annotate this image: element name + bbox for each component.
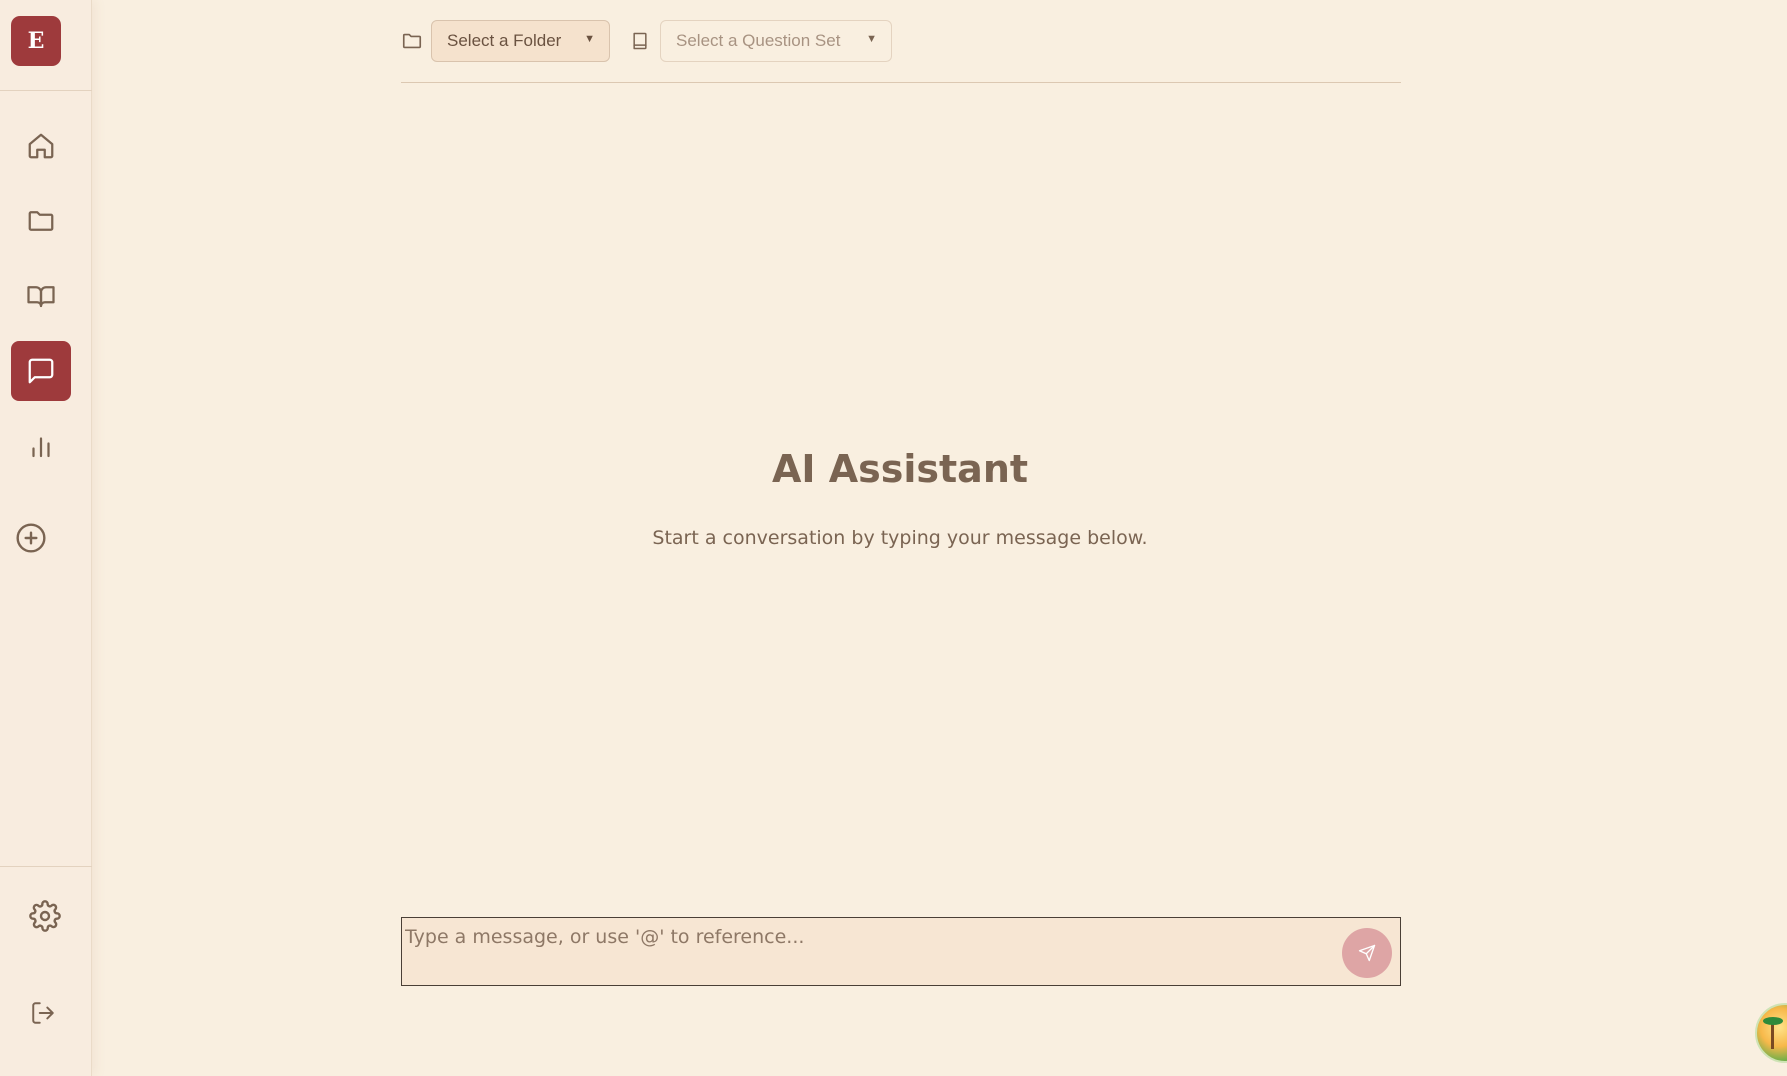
sidebar: E [0, 0, 92, 1076]
message-input[interactable] [405, 922, 1305, 952]
logout-icon [32, 1002, 54, 1024]
sidebar-divider-top [0, 90, 92, 91]
app-logo[interactable]: E [11, 16, 61, 66]
folder-icon [402, 33, 422, 49]
sidebar-item-home[interactable] [11, 116, 71, 176]
question-set-select[interactable]: Select a Question Set ▼ [660, 20, 892, 62]
book-open-icon [27, 286, 55, 308]
send-icon [1358, 944, 1376, 962]
add-button[interactable] [13, 520, 49, 556]
folder-select[interactable]: Select a Folder ▼ [431, 20, 610, 62]
home-icon [28, 133, 54, 159]
chevron-down-icon: ▼ [584, 33, 595, 45]
logout-button[interactable] [27, 997, 59, 1029]
sidebar-item-question-sets[interactable] [11, 266, 71, 326]
message-square-icon [28, 358, 54, 384]
page-subtitle: Start a conversation by typing your mess… [652, 527, 1148, 549]
folder-icon [28, 211, 54, 231]
floating-avatar-button[interactable] [1755, 1003, 1787, 1063]
gear-icon [29, 900, 61, 932]
message-composer [401, 917, 1401, 986]
page-title: AI Assistant [771, 447, 1029, 491]
question-set-picker-icon-wrap [629, 30, 651, 52]
question-set-select-label: Select a Question Set [676, 31, 841, 50]
plus-circle-icon [16, 523, 46, 553]
book-icon [633, 32, 647, 50]
toolbar-divider [401, 82, 1401, 83]
sidebar-item-analytics[interactable] [11, 416, 71, 476]
folder-picker-icon-wrap [401, 30, 423, 52]
send-button[interactable] [1342, 928, 1392, 978]
sidebar-divider-bottom [0, 866, 92, 867]
sidebar-item-folders[interactable] [11, 191, 71, 251]
sidebar-item-chat[interactable] [11, 341, 71, 401]
chevron-down-icon: ▼ [866, 33, 877, 45]
settings-button[interactable] [27, 898, 63, 934]
folder-select-label: Select a Folder [447, 31, 562, 50]
logo-letter: E [27, 28, 45, 54]
bar-chart-icon [32, 437, 50, 458]
